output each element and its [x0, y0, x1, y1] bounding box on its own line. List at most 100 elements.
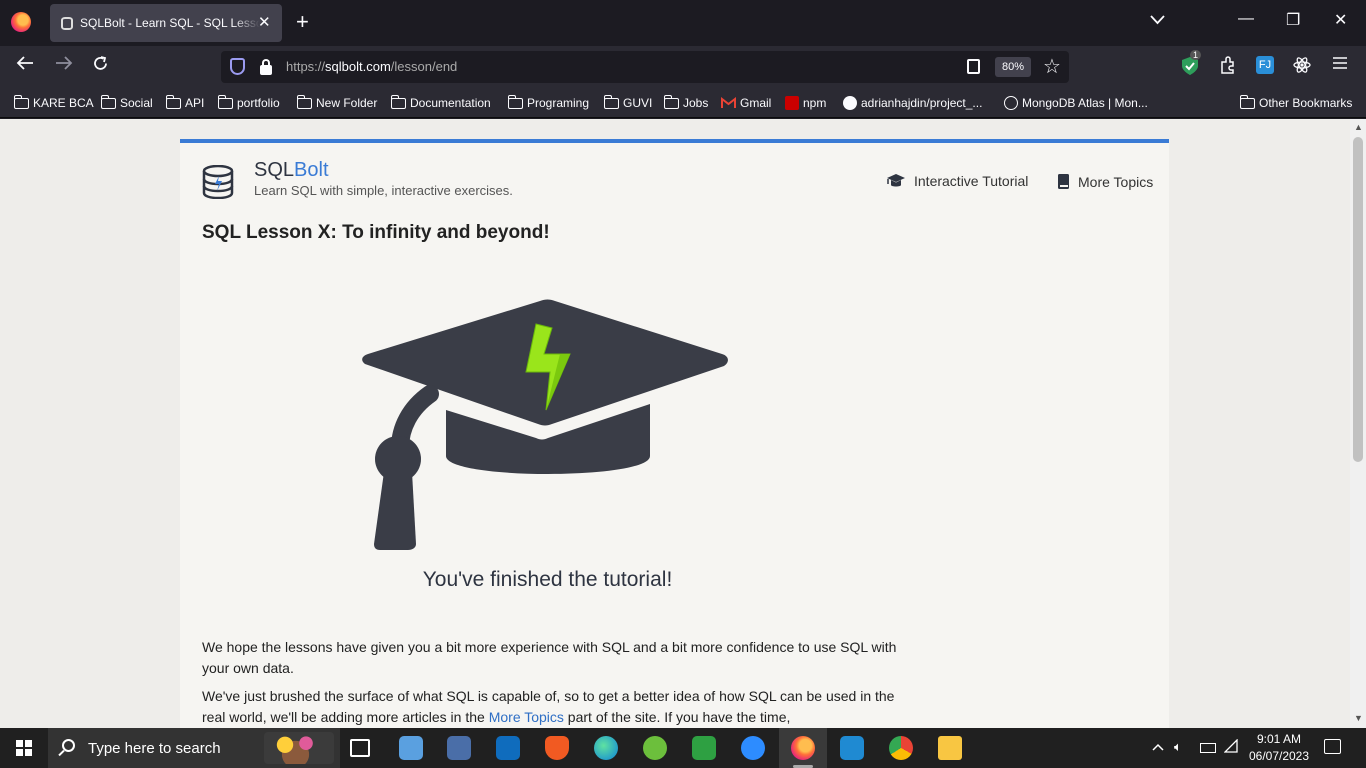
search-highlight-image [264, 732, 334, 764]
control-panel-icon[interactable] [399, 736, 423, 760]
tracking-protection-icon[interactable] [230, 58, 245, 75]
npm-icon [785, 96, 799, 110]
folder-icon [1239, 94, 1255, 109]
tray-overflow-icon[interactable] [1152, 739, 1164, 754]
bookmark-folder[interactable]: KARE BCA [13, 94, 94, 110]
vscode-icon[interactable] [840, 736, 864, 760]
firefox-taskbar-icon[interactable] [791, 736, 815, 760]
search-icon [62, 739, 75, 752]
taskbar-search[interactable]: Type here to search [48, 728, 340, 768]
reader-view-icon[interactable] [967, 59, 980, 74]
chrome-icon[interactable] [889, 736, 913, 760]
database-icon [61, 17, 73, 30]
folder-icon [390, 94, 406, 109]
github-icon [843, 96, 857, 110]
git-client-icon[interactable] [643, 736, 667, 760]
scroll-up-icon[interactable]: ▲ [1354, 122, 1363, 132]
back-arrow-icon [16, 56, 33, 70]
edge-icon[interactable] [594, 736, 618, 760]
bookmark-folder[interactable]: Social [100, 94, 153, 110]
forward-arrow-icon [56, 56, 73, 70]
tab-bar: SQLBolt - Learn SQL - SQL Lesson X: To i… [0, 0, 1366, 46]
paragraph-intro: We hope the lessons have given you a bit… [202, 639, 897, 676]
paragraph-more: We've just brushed the surface of what S… [202, 688, 895, 725]
new-tab-button[interactable]: + [296, 9, 309, 35]
address-bar[interactable]: https://sqlbolt.com/lesson/end 80% ☆ [221, 51, 1069, 83]
brave-icon[interactable] [545, 736, 569, 760]
finished-message: You've finished the tutorial! [422, 568, 673, 591]
graduation-cap-illustration [362, 299, 728, 550]
notification-center-icon[interactable] [1324, 739, 1341, 754]
speaker-icon[interactable]: 🔈︎ [1174, 739, 1182, 755]
folder-icon [507, 94, 523, 109]
minimize-button[interactable]: — [1238, 10, 1254, 28]
database-logo-icon[interactable] [202, 165, 234, 199]
tab-active[interactable]: SQLBolt - Learn SQL - SQL Lesson X: To i… [50, 4, 282, 42]
forward-button[interactable] [55, 55, 73, 77]
bookmarks-bar: KARE BCA Social API portfolio New Folder… [0, 88, 1366, 118]
bookmark-gmail[interactable]: Gmail [721, 96, 771, 110]
extension-shield-icon[interactable]: 1 [1181, 50, 1202, 75]
bookmark-folder[interactable]: New Folder [296, 94, 377, 110]
file-explorer-icon[interactable] [938, 736, 962, 760]
task-view-icon[interactable] [350, 739, 370, 757]
scroll-down-icon[interactable]: ▼ [1354, 713, 1363, 723]
reload-button[interactable] [92, 55, 109, 78]
nav-more-topics[interactable]: More Topics [1057, 173, 1153, 190]
folder-icon [296, 94, 312, 109]
battery-icon[interactable] [1200, 743, 1216, 753]
windows-start-icon[interactable] [16, 740, 32, 756]
gmail-icon [721, 97, 736, 108]
restore-button[interactable]: ❐ [1286, 10, 1300, 30]
page-viewport: SQLBolt Learn SQL with simple, interacti… [0, 119, 1350, 728]
scrollbar-thumb[interactable] [1353, 137, 1363, 462]
menu-hamburger-icon[interactable] [1332, 56, 1350, 74]
list-all-tabs-icon[interactable] [1150, 12, 1165, 30]
bookmark-folder[interactable]: GUVI [603, 94, 652, 110]
zoom-icon[interactable] [741, 736, 765, 760]
extensions-puzzle-icon[interactable] [1219, 56, 1237, 74]
lock-icon[interactable] [260, 59, 272, 75]
clock-time: 9:01 AM [1256, 732, 1302, 746]
outlook-icon[interactable] [496, 736, 520, 760]
site-tagline: Learn SQL with simple, interactive exerc… [254, 183, 513, 198]
folder-icon [13, 94, 29, 109]
firefox-icon[interactable] [11, 12, 31, 32]
content-card: SQLBolt Learn SQL with simple, interacti… [180, 139, 1169, 728]
bookmark-folder[interactable]: Programing [507, 94, 589, 110]
book-icon [1058, 174, 1069, 189]
meet-icon[interactable] [692, 736, 716, 760]
tab-close-icon[interactable]: ✕ [258, 13, 271, 31]
wifi-icon[interactable] [1223, 738, 1238, 756]
taskbar-clock[interactable]: 9:01 AM 06/07/2023 [1240, 731, 1318, 765]
nav-interactive-tutorial[interactable]: Interactive Tutorial [886, 173, 1028, 189]
bookmark-folder[interactable]: Jobs [663, 94, 708, 110]
extension-fj-icon[interactable]: FJ [1256, 56, 1274, 74]
folder-icon [165, 94, 181, 109]
other-bookmarks[interactable]: Other Bookmarks [1239, 94, 1352, 110]
bookmark-folder[interactable]: Documentation [390, 94, 491, 110]
lesson-title: SQL Lesson X: To infinity and beyond! [202, 222, 550, 243]
extension-badge: 1 [1190, 50, 1202, 60]
close-window-button[interactable]: ✕ [1334, 10, 1347, 30]
folder-icon [663, 94, 679, 109]
react-devtools-icon[interactable] [1293, 56, 1311, 74]
back-button[interactable] [16, 55, 34, 77]
site-brand[interactable]: SQLBolt [254, 159, 329, 182]
remote-desktop-icon[interactable] [447, 736, 471, 760]
folder-icon [217, 94, 233, 109]
reload-icon [94, 56, 107, 70]
bookmark-folder[interactable]: portfolio [217, 94, 280, 110]
clock-date: 06/07/2023 [1248, 749, 1310, 763]
page-scrollbar[interactable]: ▲ ▼ [1350, 119, 1366, 728]
folder-icon [100, 94, 116, 109]
bookmark-star-icon[interactable]: ☆ [1043, 54, 1061, 79]
url-text[interactable]: https://sqlbolt.com/lesson/end [286, 59, 457, 74]
bookmark-folder[interactable]: API [165, 94, 204, 110]
zoom-level-button[interactable]: 80% [995, 57, 1031, 77]
bookmark-npm[interactable]: npm [785, 96, 826, 110]
more-topics-link[interactable]: More Topics [489, 709, 564, 725]
bookmark-github[interactable]: adrianhajdin/project_... [843, 96, 982, 110]
folder-icon [603, 94, 619, 109]
bookmark-mongodb[interactable]: MongoDB Atlas | Mon... [1004, 96, 1148, 110]
